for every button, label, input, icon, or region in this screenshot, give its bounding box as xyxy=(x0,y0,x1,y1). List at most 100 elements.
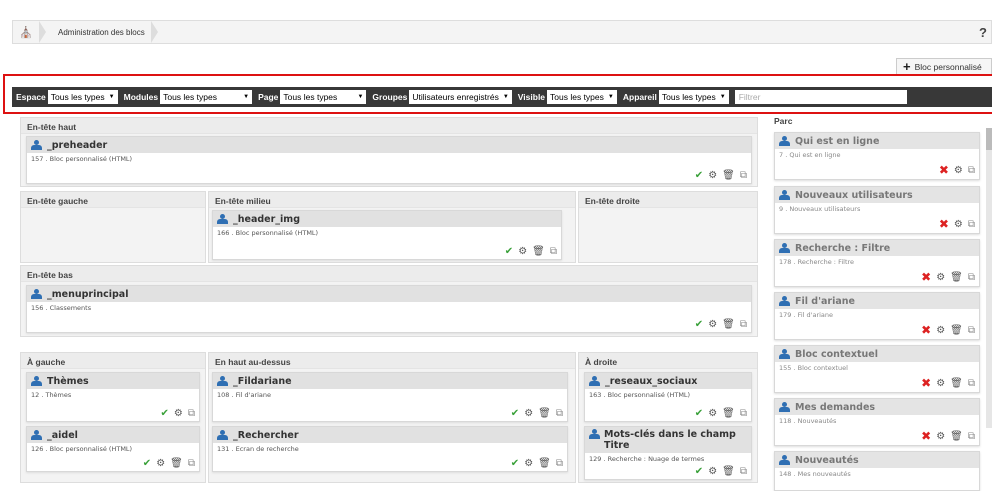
block-subtitle: 156 . Classements xyxy=(31,304,92,312)
block-aidel[interactable]: _aidel 126 . Bloc personnalisé (HTML) ✔ ⚙… xyxy=(26,426,200,472)
gear-icon[interactable]: ⚙ xyxy=(954,165,963,176)
gear-icon[interactable]: ⚙ xyxy=(708,170,717,181)
home-icon[interactable]: ⛪ xyxy=(13,21,39,43)
close-icon[interactable]: ✖ xyxy=(921,376,931,390)
trash-icon[interactable]: 🗑 xyxy=(722,319,735,330)
trash-icon[interactable]: 🗑 xyxy=(950,325,963,336)
copy-icon[interactable]: ⧉ xyxy=(968,165,975,176)
block-title: Fil d'ariane xyxy=(795,295,855,307)
block-reseaux-sociaux[interactable]: _reseaux_sociaux 163 . Bloc personnalisé… xyxy=(584,372,752,422)
copy-icon[interactable]: ⧉ xyxy=(550,246,557,257)
close-icon[interactable]: ✖ xyxy=(921,429,931,443)
trash-icon[interactable]: 🗑 xyxy=(538,458,551,469)
block-subtitle: 179 . Fil d'ariane xyxy=(779,311,834,319)
trash-icon[interactable]: 🗑 xyxy=(538,408,551,419)
trash-icon[interactable]: 🗑 xyxy=(722,170,735,181)
block-subtitle: 166 . Bloc personnalisé (HTML) xyxy=(217,229,319,237)
check-icon[interactable]: ✔ xyxy=(143,458,151,469)
gear-icon[interactable]: ⚙ xyxy=(708,319,717,330)
check-icon[interactable]: ✔ xyxy=(695,319,703,330)
trash-icon[interactable]: 🗑 xyxy=(950,272,963,283)
copy-icon[interactable]: ⧉ xyxy=(968,325,975,336)
close-icon[interactable]: ✖ xyxy=(939,217,949,231)
check-icon[interactable]: ✔ xyxy=(161,408,169,419)
check-icon[interactable]: ✔ xyxy=(505,246,513,257)
block-fildariane[interactable]: _Fildariane 108 . Fil d'ariane ✔ ⚙ 🗑 ⧉ xyxy=(212,372,568,422)
gear-icon[interactable]: ⚙ xyxy=(936,378,945,389)
check-icon[interactable]: ✔ xyxy=(695,170,703,181)
side-block-nouveaux-utilisateurs[interactable]: Nouveaux utilisateurs 9 . Nouveaux utili… xyxy=(774,186,980,234)
region-title: En haut au-dessus xyxy=(209,353,575,369)
side-block-qui-est-en-ligne[interactable]: Qui est en ligne 7 . Qui est en ligne ✖ ⚙… xyxy=(774,132,980,180)
block-subtitle: 129 . Recherche : Nuage de termes xyxy=(589,455,705,463)
check-icon[interactable]: ✔ xyxy=(695,408,703,419)
block-subtitle: 12 . Thèmes xyxy=(31,391,72,399)
gear-icon[interactable]: ⚙ xyxy=(936,431,945,442)
gear-icon[interactable]: ⚙ xyxy=(174,408,183,419)
side-block-nouveautes[interactable]: Nouveautés 148 . Mes nouveautés xyxy=(774,451,980,491)
copy-icon[interactable]: ⧉ xyxy=(188,458,195,469)
trash-icon[interactable]: 🗑 xyxy=(532,246,545,257)
trash-icon[interactable]: 🗑 xyxy=(722,466,735,477)
scrollbar[interactable] xyxy=(986,128,992,428)
block-user-icon xyxy=(779,402,791,412)
side-block-bloc-contextuel[interactable]: Bloc contextuel 155 . Bloc contextuel ✖ ⚙… xyxy=(774,345,980,393)
gear-icon[interactable]: ⚙ xyxy=(936,272,945,283)
close-icon[interactable]: ✖ xyxy=(921,270,931,284)
trash-icon[interactable]: 🗑 xyxy=(722,408,735,419)
breadcrumb-item[interactable]: Administration des blocs xyxy=(46,28,151,37)
breadcrumb-separator xyxy=(150,21,158,43)
block-rechercher[interactable]: _Rechercher 131 . Ecran de recherche ✔ ⚙ 🗑… xyxy=(212,426,568,472)
copy-icon[interactable]: ⧉ xyxy=(556,408,563,419)
block-title: Thèmes xyxy=(47,375,89,387)
block-themes[interactable]: Thèmes 12 . Thèmes ✔ ⚙ ⧉ xyxy=(26,372,200,422)
block-subtitle: 108 . Fil d'ariane xyxy=(217,391,272,399)
side-block-recherche-filtre[interactable]: Recherche : Filtre 178 . Recherche : Fil… xyxy=(774,239,980,287)
copy-icon[interactable]: ⧉ xyxy=(740,319,747,330)
block-mots-cles[interactable]: Mots-clés dans le champ Titre 129 . Rech… xyxy=(584,426,752,480)
block-title: _header_img xyxy=(233,213,301,225)
gear-icon[interactable]: ⚙ xyxy=(708,466,717,477)
block-user-icon xyxy=(217,430,229,440)
trash-icon[interactable]: 🗑 xyxy=(950,378,963,389)
side-block-mes-demandes[interactable]: Mes demandes 118 . Nouveautés ✖ ⚙ 🗑 ⧉ xyxy=(774,398,980,446)
block-subtitle: 178 . Recherche : Filtre xyxy=(779,258,855,266)
trash-icon[interactable]: 🗑 xyxy=(170,458,183,469)
side-block-fil-ariane[interactable]: Fil d'ariane 179 . Fil d'ariane ✖ ⚙ 🗑 ⧉ xyxy=(774,292,980,340)
block-user-icon xyxy=(779,243,791,253)
block-menuprincipal[interactable]: _menuprincipal 156 . Classements ✔ ⚙ 🗑 ⧉ xyxy=(26,285,752,333)
copy-icon[interactable]: ⧉ xyxy=(968,272,975,283)
block-subtitle: 163 . Bloc personnalisé (HTML) xyxy=(589,391,691,399)
gear-icon[interactable]: ⚙ xyxy=(954,219,963,230)
block-subtitle: 118 . Nouveautés xyxy=(779,417,837,425)
breadcrumb: ⛪ Administration des blocs ? xyxy=(12,20,992,44)
close-icon[interactable]: ✖ xyxy=(939,163,949,177)
block-title: _aidel xyxy=(47,429,78,441)
block-user-icon xyxy=(31,376,43,386)
check-icon[interactable]: ✔ xyxy=(511,458,519,469)
gear-icon[interactable]: ⚙ xyxy=(524,458,533,469)
copy-icon[interactable]: ⧉ xyxy=(188,408,195,419)
gear-icon[interactable]: ⚙ xyxy=(524,408,533,419)
copy-icon[interactable]: ⧉ xyxy=(740,170,747,181)
copy-icon[interactable]: ⧉ xyxy=(740,408,747,419)
copy-icon[interactable]: ⧉ xyxy=(740,466,747,477)
copy-icon[interactable]: ⧉ xyxy=(968,431,975,442)
copy-icon[interactable]: ⧉ xyxy=(968,219,975,230)
check-icon[interactable]: ✔ xyxy=(695,466,703,477)
gear-icon[interactable]: ⚙ xyxy=(518,246,527,257)
scrollbar-thumb[interactable] xyxy=(986,128,992,150)
gear-icon[interactable]: ⚙ xyxy=(936,325,945,336)
block-subtitle: 9 . Nouveaux utilisateurs xyxy=(779,205,861,213)
block-preheader[interactable]: _preheader 157 . Bloc personnalisé (HTML… xyxy=(26,136,752,184)
block-user-icon xyxy=(589,376,601,386)
copy-icon[interactable]: ⧉ xyxy=(968,378,975,389)
help-icon[interactable]: ? xyxy=(979,25,987,40)
trash-icon[interactable]: 🗑 xyxy=(950,431,963,442)
check-icon[interactable]: ✔ xyxy=(511,408,519,419)
close-icon[interactable]: ✖ xyxy=(921,323,931,337)
block-header-img[interactable]: _header_img 166 . Bloc personnalisé (HTM… xyxy=(212,210,562,260)
gear-icon[interactable]: ⚙ xyxy=(708,408,717,419)
copy-icon[interactable]: ⧉ xyxy=(556,458,563,469)
gear-icon[interactable]: ⚙ xyxy=(156,458,165,469)
